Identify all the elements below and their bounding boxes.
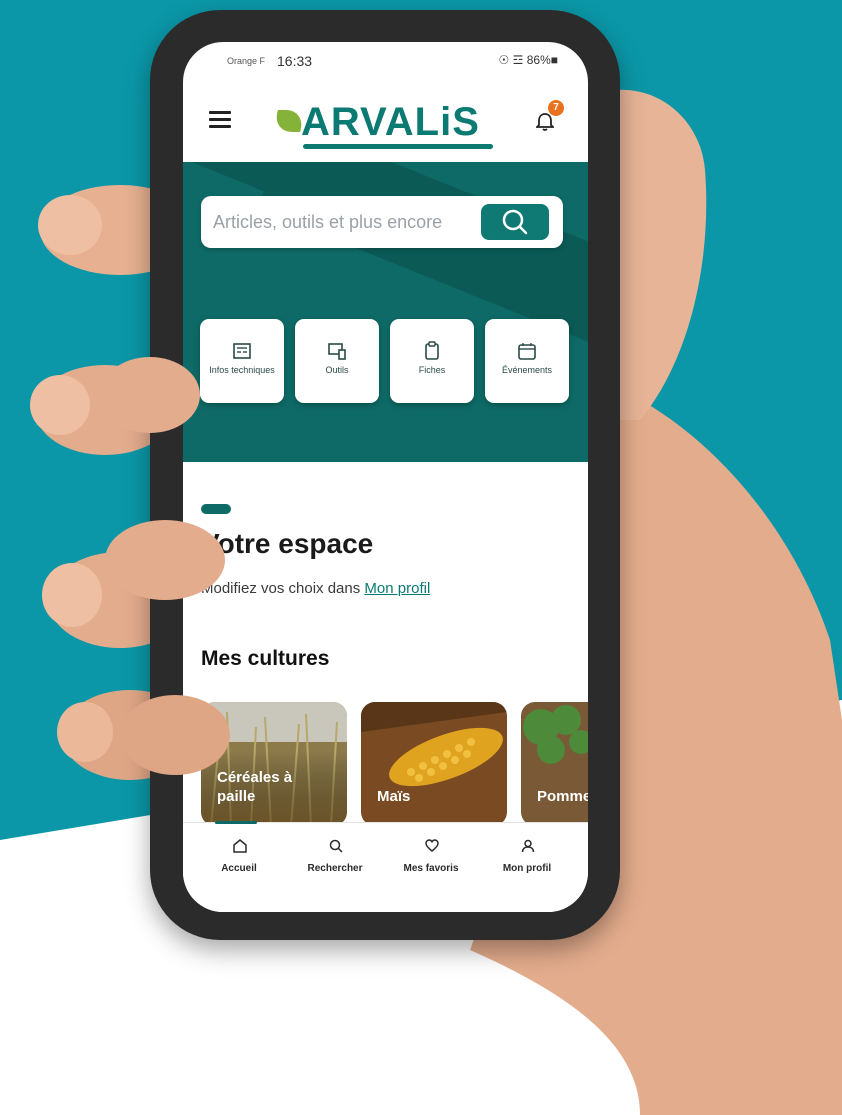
wheat-field-image bbox=[201, 702, 347, 826]
search-button[interactable] bbox=[481, 204, 549, 240]
system-indicators: ☉ ☲ 86%■ bbox=[498, 53, 558, 67]
quick-links: Infos techniques Outils Fiches Événement… bbox=[200, 319, 572, 403]
notification-badge: 7 bbox=[548, 100, 564, 116]
tab-mes-favoris[interactable]: Mes favoris bbox=[383, 823, 479, 912]
clipboard-icon bbox=[425, 341, 439, 360]
section-subtitle: Modifiez vos choix dans Mon profil bbox=[201, 580, 430, 597]
logo-text: ARVALiS bbox=[301, 100, 480, 144]
tab-label: Mes favoris bbox=[403, 863, 459, 874]
search-placeholder: Articles, outils et plus encore bbox=[213, 212, 443, 232]
crop-label: Pomme de terre bbox=[537, 788, 588, 805]
device-icon bbox=[328, 343, 346, 360]
news-icon bbox=[233, 343, 251, 359]
crop-card-pomme-de-terre[interactable]: Pomme de terre bbox=[521, 702, 588, 826]
crop-card-mais[interactable]: Maïs bbox=[361, 702, 507, 826]
quick-link-label: Fiches bbox=[418, 365, 446, 375]
app-bar: ARVALiS 7 bbox=[183, 82, 588, 160]
quick-link-label: Outils bbox=[325, 365, 349, 375]
user-icon bbox=[521, 839, 535, 853]
tab-mon-profil[interactable]: Mon profil bbox=[479, 823, 575, 912]
hamburger-menu-icon[interactable] bbox=[209, 111, 231, 128]
search-bar[interactable]: Articles, outils et plus encore bbox=[201, 196, 563, 248]
bottom-tab-bar: Accueil Rechercher Mes favoris Mon profi… bbox=[183, 821, 588, 912]
tab-accueil[interactable]: Accueil bbox=[191, 821, 287, 912]
bell-icon[interactable]: 7 bbox=[534, 100, 564, 132]
crop-label: Céréales à paille bbox=[217, 769, 293, 805]
subtitle-text: Modifiez vos choix dans bbox=[201, 580, 365, 597]
status-bar: Orange F 16:33 ☉ ☲ 86%■ bbox=[183, 42, 588, 82]
hero-banner: Articles, outils et plus encore Infos te… bbox=[183, 162, 588, 462]
search-icon bbox=[502, 209, 528, 235]
corn-image bbox=[361, 702, 507, 826]
quick-link-infos-techniques[interactable]: Infos techniques bbox=[200, 319, 284, 403]
search-icon bbox=[329, 839, 343, 853]
clock: 16:33 bbox=[277, 53, 313, 69]
profile-link[interactable]: Mon profil bbox=[364, 580, 430, 597]
section-indicator bbox=[201, 504, 231, 514]
tab-label: Accueil bbox=[221, 863, 257, 874]
quick-link-outils[interactable]: Outils bbox=[295, 319, 379, 403]
crop-label: Maïs bbox=[377, 788, 411, 805]
logo-swoosh bbox=[303, 144, 493, 149]
heart-icon bbox=[425, 839, 439, 852]
carrier-label: Orange F bbox=[227, 56, 266, 66]
app-screen: Orange F 16:33 ☉ ☲ 86%■ ARVALiS 7 Articl… bbox=[183, 42, 588, 912]
quick-link-evenements[interactable]: Événements bbox=[485, 319, 569, 403]
cultures-title: Mes cultures bbox=[201, 647, 330, 670]
tab-rechercher[interactable]: Rechercher bbox=[287, 823, 383, 912]
tab-label: Rechercher bbox=[307, 863, 363, 874]
section-title: Votre espace bbox=[201, 528, 374, 559]
crop-card-cereales[interactable]: Céréales à paille bbox=[201, 702, 347, 826]
quick-link-fiches[interactable]: Fiches bbox=[390, 319, 474, 403]
quick-link-label: Infos techniques bbox=[209, 365, 275, 375]
calendar-icon bbox=[518, 343, 536, 360]
arvalis-logo: ARVALiS bbox=[272, 94, 505, 150]
tab-label: Mon profil bbox=[502, 863, 552, 874]
quick-link-label: Événements bbox=[501, 365, 553, 375]
active-tab-indicator bbox=[215, 821, 257, 824]
home-icon bbox=[233, 839, 247, 853]
potato-plant-image bbox=[521, 702, 588, 826]
